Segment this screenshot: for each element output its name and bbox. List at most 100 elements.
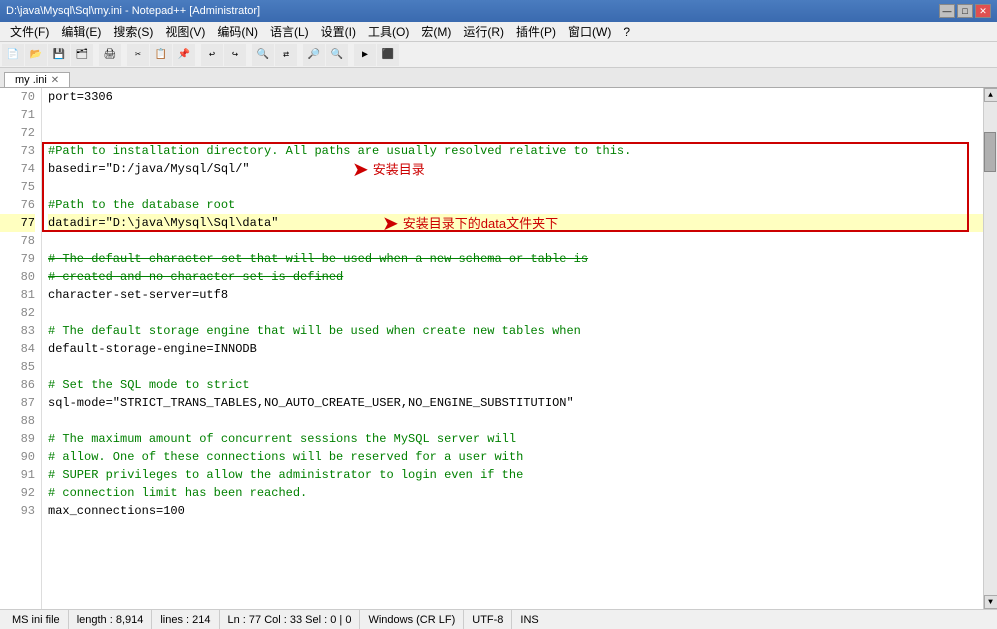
run-button[interactable]: ▶ [354,44,376,66]
cut-button[interactable]: ✂ [127,44,149,66]
line-number: 85 [0,358,35,376]
editor-container: 7071727374757677787980818283848586878889… [0,88,997,609]
open-button[interactable]: 📂 [25,44,47,66]
line-number: 90 [0,448,35,466]
code-line: # connection limit has been reached. [48,484,983,502]
code-area[interactable]: port=3306 #Path to installation directory… [42,88,983,609]
line-number: 78 [0,232,35,250]
code-line [48,232,983,250]
minimize-button[interactable]: — [939,4,955,18]
stop-button[interactable]: ⬛ [377,44,399,66]
line-number: 80 [0,268,35,286]
toolbar: 📄 📂 💾 🗂 🖨 ✂ 📋 📌 ↩ ↪ 🔍 ⇄ 🔎 🔍 ▶ ⬛ [0,42,997,68]
code-line [48,304,983,322]
menu-item[interactable]: 视图(V) [159,22,211,41]
close-button[interactable]: ✕ [975,4,991,18]
code-line: # The default storage engine that will b… [48,322,983,340]
line-number: 76 [0,196,35,214]
code-line: port=3306 [48,88,983,106]
replace-button[interactable]: ⇄ [275,44,297,66]
line-numbers: 7071727374757677787980818283848586878889… [0,88,42,609]
code-line: sql-mode="STRICT_TRANS_TABLES,NO_AUTO_CR… [48,394,983,412]
menu-item[interactable]: 运行(R) [457,22,510,41]
code-line: basedir="D:/java/Mysql/Sql/" [48,160,983,178]
line-number: 89 [0,430,35,448]
code-line [48,106,983,124]
line-number: 72 [0,124,35,142]
menu-item[interactable]: 文件(F) [4,22,55,41]
scroll-up-button[interactable]: ▲ [984,88,997,102]
scrollbar[interactable]: ▲ ▼ [983,88,997,609]
menu-item[interactable]: 设置(I) [315,22,362,41]
code-line: datadir="D:\java\Mysql\Sql\data" [48,214,983,232]
window-title: D:\java\Mysql\Sql\my.ini - Notepad++ [Ad… [6,5,939,17]
line-number: 73 [0,142,35,160]
line-number: 82 [0,304,35,322]
line-number: 79 [0,250,35,268]
copy-button[interactable]: 📋 [150,44,172,66]
status-bar: MS ini file length : 8,914 lines : 214 L… [0,609,997,629]
line-number: 74 [0,160,35,178]
status-ins: INS [512,610,546,629]
tab-bar: my .ini ✕ [0,68,997,88]
new-button[interactable]: 📄 [2,44,24,66]
undo-button[interactable]: ↩ [201,44,223,66]
menu-item[interactable]: 工具(O) [362,22,415,41]
save-all-button[interactable]: 🗂 [71,44,93,66]
code-line: default-storage-engine=INNODB [48,340,983,358]
code-line [48,358,983,376]
code-line [48,124,983,142]
code-line: # The default character set that will be… [48,250,983,268]
code-line: # Set the SQL mode to strict [48,376,983,394]
line-number: 77 [0,214,35,232]
line-number: 87 [0,394,35,412]
menu-item[interactable]: 搜索(S) [107,22,159,41]
code-line [48,412,983,430]
line-number: 83 [0,322,35,340]
line-number: 86 [0,376,35,394]
menu-item[interactable]: 编码(N) [211,22,264,41]
save-button[interactable]: 💾 [48,44,70,66]
scroll-thumb[interactable] [984,132,996,172]
tab-close-icon[interactable]: ✕ [51,75,59,86]
paste-button[interactable]: 📌 [173,44,195,66]
menu-item[interactable]: 窗口(W) [562,22,617,41]
menu-item[interactable]: 宏(M) [415,22,457,41]
find-button[interactable]: 🔍 [252,44,274,66]
code-line: max_connections=100 [48,502,983,520]
line-number: 70 [0,88,35,106]
scroll-track[interactable] [984,102,997,595]
code-line: # SUPER privileges to allow the administ… [48,466,983,484]
zoom-out-button[interactable]: 🔍 [326,44,348,66]
line-number: 88 [0,412,35,430]
status-filetype: MS ini file [4,610,69,629]
tab-my-ini[interactable]: my .ini ✕ [4,72,70,87]
print-button[interactable]: 🖨 [99,44,121,66]
code-line: character-set-server=utf8 [48,286,983,304]
line-number: 93 [0,502,35,520]
menu-item[interactable]: 插件(P) [510,22,562,41]
menu-item[interactable]: 语言(L) [264,22,315,41]
menu-bar: 文件(F)编辑(E)搜索(S)视图(V)编码(N)语言(L)设置(I)工具(O)… [0,22,997,42]
zoom-in-button[interactable]: 🔎 [303,44,325,66]
window-controls[interactable]: — □ ✕ [939,4,991,18]
status-lines: lines : 214 [152,610,219,629]
redo-button[interactable]: ↪ [224,44,246,66]
status-position: Ln : 77 Col : 33 Sel : 0 | 0 [220,610,361,629]
code-line: #Path to installation directory. All pat… [48,142,983,160]
menu-item[interactable]: 编辑(E) [55,22,107,41]
line-number: 71 [0,106,35,124]
line-number: 75 [0,178,35,196]
line-number: 91 [0,466,35,484]
maximize-button[interactable]: □ [957,4,973,18]
code-line: # created and no character set is define… [48,268,983,286]
status-encoding: UTF-8 [464,610,512,629]
status-eol: Windows (CR LF) [360,610,464,629]
line-number: 92 [0,484,35,502]
code-line: # The maximum amount of concurrent sessi… [48,430,983,448]
title-bar: D:\java\Mysql\Sql\my.ini - Notepad++ [Ad… [0,0,997,22]
scroll-down-button[interactable]: ▼ [984,595,997,609]
code-line [48,178,983,196]
menu-item[interactable]: ? [617,22,636,41]
status-length: length : 8,914 [69,610,153,629]
